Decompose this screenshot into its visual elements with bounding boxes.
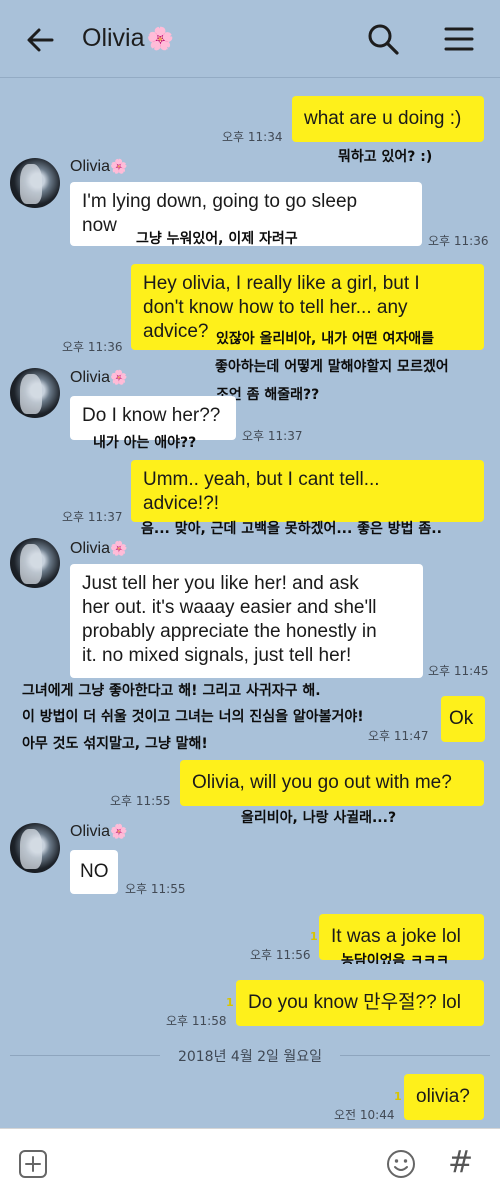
message-translation: 좋아하는데 어떻게 말해야할지 모르겠어 [215, 359, 449, 375]
emoji-icon[interactable] [385, 1148, 417, 1180]
back-arrow-icon[interactable] [22, 22, 58, 58]
my-message[interactable]: what are u doing :) [292, 96, 484, 142]
hash-icon[interactable]: # [448, 1145, 473, 1180]
unread-count: 1 [310, 930, 318, 943]
chat-header: Olivia🌸 [0, 0, 500, 78]
message-text-line: Just tell her you like her! and ask [82, 573, 359, 594]
message-text: olivia? [416, 1086, 470, 1107]
my-message[interactable]: olivia? [404, 1074, 484, 1120]
chat-title: Olivia🌸 [82, 24, 174, 53]
message-translation: 이 방법이 더 쉬울 것이고 그녀는 너의 진심을 알아볼거야! [22, 709, 364, 725]
sender-name: Olivia🌸 [70, 823, 128, 840]
message-translation: 내가 아는 애야?? [93, 435, 197, 451]
search-icon[interactable] [366, 22, 400, 56]
message-text-line: probably appreciate the honestly in [82, 621, 377, 642]
message-translation: 아무 것도 섞지말고, 그냥 말해! [22, 736, 208, 752]
flower-icon: 🌸 [110, 540, 128, 556]
their-message[interactable]: Just tell her you like her! and ask her … [70, 564, 423, 678]
flower-icon: 🌸 [110, 823, 128, 839]
message-text: what are u doing :) [304, 108, 462, 129]
message-time: 오후 11:55 [125, 882, 186, 896]
message-time: 오후 11:36 [428, 234, 489, 248]
message-time: 오후 11:56 [250, 948, 311, 962]
message-text: NO [80, 861, 109, 882]
input-bar: # [0, 1128, 500, 1200]
message-time: 오후 11:47 [368, 729, 429, 743]
flower-icon: 🌸 [146, 26, 174, 51]
message-time: 오후 11:37 [62, 510, 123, 524]
avatar[interactable] [10, 538, 60, 588]
my-message[interactable]: Ok [441, 696, 485, 742]
unread-count: 1 [226, 996, 234, 1009]
date-divider-label: 2018년 4월 2일 월요일 [177, 1049, 323, 1065]
flower-icon: 🌸 [110, 158, 128, 174]
message-time: 오전 10:44 [334, 1108, 395, 1122]
message-time: 오후 11:37 [242, 429, 303, 443]
message-time: 오후 11:45 [428, 664, 489, 678]
message-text: Do I know her?? [82, 405, 221, 426]
plus-icon[interactable] [18, 1149, 48, 1179]
message-text-line: Hey olivia, I really like a girl, but I [143, 273, 420, 294]
message-translation: 있잖아 올리비아, 내가 어떤 여자애를 [216, 331, 435, 347]
message-time: 오후 11:55 [110, 794, 171, 808]
message-time: 오후 11:34 [222, 130, 283, 144]
sender-name: Olivia🌸 [70, 369, 128, 386]
sender-name: Olivia🌸 [70, 540, 128, 557]
message-translation: 올리비아, 나랑 사귈래...? [241, 810, 397, 826]
message-text-line: I'm lying down, going to go sleep [82, 191, 358, 212]
flower-icon: 🌸 [110, 369, 128, 385]
message-translation: 그냥 누워있어, 이제 자려구 [136, 231, 298, 247]
message-text-line: advice!?! [143, 493, 220, 514]
chat-title-text: Olivia [82, 24, 145, 52]
message-text-line: her out. it's waaay easier and she'll [82, 597, 377, 618]
message-text: Ok [449, 708, 474, 729]
date-divider: 2018년 4월 2일 월요일 [0, 1044, 500, 1066]
message-text-line: Umm.. yeah, but I cant tell... [143, 469, 380, 490]
avatar[interactable] [10, 368, 60, 418]
my-message[interactable]: Olivia, will you go out with me? [180, 760, 484, 806]
message-text-line: it. no mixed signals, just tell her! [82, 645, 352, 666]
message-translation: 농담이었음 ㅋㅋㅋ [341, 953, 449, 964]
message-text-line: don't know how to tell her... any [143, 297, 408, 318]
my-message[interactable]: Umm.. yeah, but I cant tell... advice!?! [131, 460, 484, 522]
avatar[interactable] [10, 158, 60, 208]
avatar[interactable] [10, 823, 60, 873]
message-time: 오후 11:58 [166, 1014, 227, 1028]
message-time: 오후 11:36 [62, 340, 123, 354]
message-translation: 그녀에게 그냥 좋아한다고 해! 그리고 사귀자구 해. [22, 683, 321, 699]
menu-icon[interactable] [442, 24, 476, 54]
sender-name: Olivia🌸 [70, 158, 128, 175]
message-text: Do you know 만우절?? lol [248, 992, 461, 1013]
message-translation: 뭐하고 있어? :) [338, 149, 433, 165]
my-message[interactable]: Do you know 만우절?? lol [236, 980, 484, 1026]
unread-count: 1 [394, 1090, 402, 1103]
message-text: It was a joke lol [331, 926, 461, 947]
message-translation: 음... 맞아, 근데 고백을 못하겠어... 좋은 방법 좀.. [141, 521, 442, 537]
their-message[interactable]: NO [70, 850, 118, 894]
message-text: Olivia, will you go out with me? [192, 772, 452, 793]
